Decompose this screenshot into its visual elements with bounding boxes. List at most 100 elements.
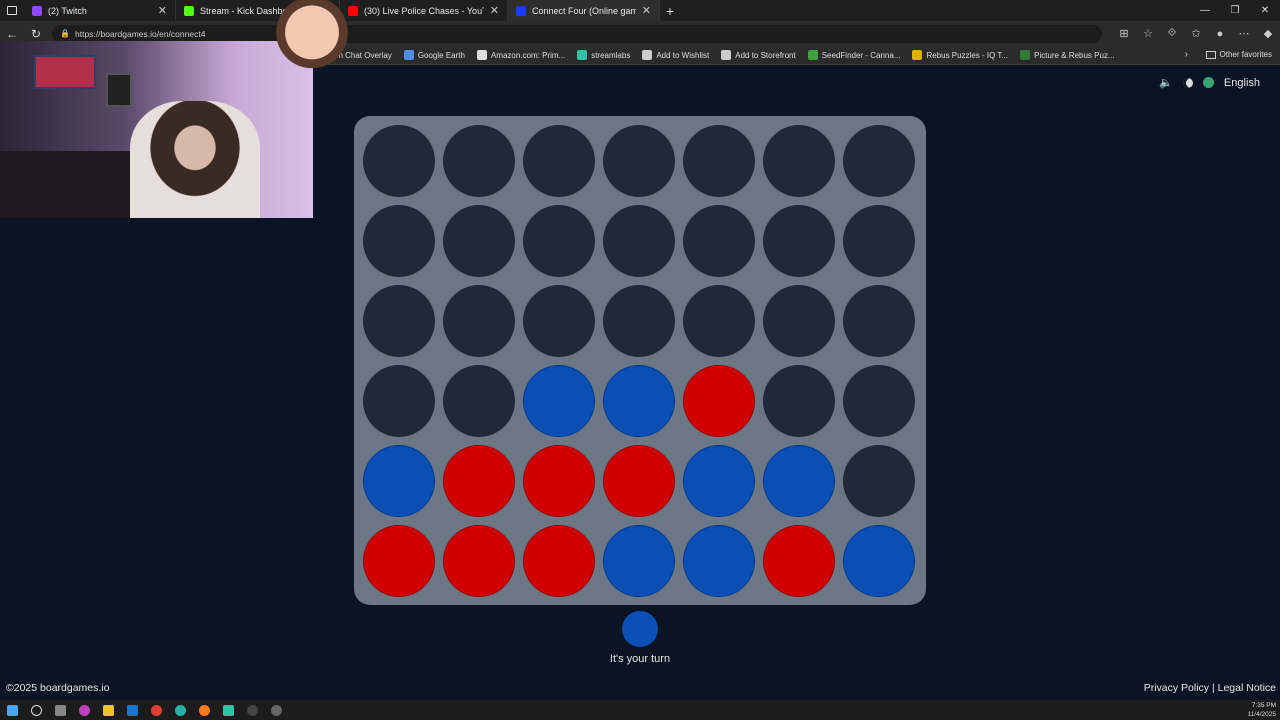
board-slot-empty[interactable] <box>843 125 915 197</box>
board-slot-empty[interactable] <box>603 125 675 197</box>
board-slot-empty[interactable] <box>843 285 915 357</box>
globe-icon[interactable] <box>1202 77 1214 88</box>
board-slot-empty[interactable] <box>763 365 835 437</box>
board-slot-empty[interactable] <box>363 365 435 437</box>
board-slot-empty[interactable] <box>443 125 515 197</box>
board-slot-empty[interactable] <box>363 285 435 357</box>
copilot-icon[interactable]: ◆ <box>1256 27 1280 40</box>
profile-avatar-icon[interactable]: ● <box>1208 28 1232 40</box>
red-disc[interactable] <box>523 445 595 517</box>
bookmark-icon <box>1020 50 1031 60</box>
firefox-icon[interactable] <box>192 700 216 720</box>
favorite-star-icon[interactable]: ☆ <box>1136 27 1160 40</box>
blue-disc[interactable] <box>523 365 595 437</box>
blue-disc[interactable] <box>683 525 755 597</box>
red-disc[interactable] <box>443 525 515 597</box>
tab-title: Connect Four (Online game <box>532 5 636 16</box>
other-favorites[interactable]: Other favorites <box>1205 50 1272 59</box>
board-slot-empty[interactable] <box>443 365 515 437</box>
board-slot-empty[interactable] <box>763 125 835 197</box>
board-slot-empty[interactable] <box>523 125 595 197</box>
bookmark-item[interactable]: Amazon.com: Prim... <box>476 50 565 60</box>
bookmark-item[interactable]: SeedFinder - Canna... <box>807 50 900 60</box>
file-explorer-icon[interactable] <box>96 700 120 720</box>
current-player-disc <box>622 611 658 647</box>
app-available-icon[interactable]: ⊞ <box>1112 27 1136 40</box>
tab-actions-icon[interactable] <box>0 0 24 21</box>
close-icon[interactable]: ✕ <box>158 4 167 17</box>
more-menu-icon[interactable]: ⋯ <box>1232 27 1256 40</box>
board-slot-empty[interactable] <box>763 205 835 277</box>
search-icon[interactable] <box>24 700 48 720</box>
board-slot-empty[interactable] <box>843 365 915 437</box>
copilot-taskbar-icon[interactable] <box>72 700 96 720</box>
outlook-icon[interactable] <box>120 700 144 720</box>
bookmark-item[interactable]: Add to Storefront <box>721 50 796 60</box>
board-slot-empty[interactable] <box>363 205 435 277</box>
bookmark-item[interactable]: Add to Wishlist <box>642 50 709 60</box>
board-slot-empty[interactable] <box>443 205 515 277</box>
favorites-icon[interactable]: ✩ <box>1184 27 1208 40</box>
red-disc[interactable] <box>443 445 515 517</box>
extensions-icon[interactable]: ⟐ <box>1160 27 1184 40</box>
app-icon[interactable] <box>264 700 288 720</box>
address-bar[interactable]: 🔒 https://boardgames.io/en/connect4 <box>52 24 1102 43</box>
close-icon[interactable]: ✕ <box>642 4 651 17</box>
board-slot-empty[interactable] <box>363 125 435 197</box>
refresh-icon[interactable]: ↻ <box>24 27 48 41</box>
blue-disc[interactable] <box>603 365 675 437</box>
back-icon[interactable]: ← <box>0 27 24 41</box>
board-slot-empty[interactable] <box>683 125 755 197</box>
obs-icon[interactable] <box>240 700 264 720</box>
privacy-policy-link[interactable]: Privacy Policy <box>1144 682 1209 694</box>
chrome-icon[interactable] <box>144 700 168 720</box>
blue-disc[interactable] <box>363 445 435 517</box>
blue-disc[interactable] <box>683 445 755 517</box>
board-slot-empty[interactable] <box>843 205 915 277</box>
task-view-icon[interactable] <box>48 700 72 720</box>
legal-notice-link[interactable]: Legal Notice <box>1218 682 1276 694</box>
edge-icon[interactable] <box>168 700 192 720</box>
bookmark-item[interactable]: Rebus Puzzles - IQ T... <box>912 50 1008 60</box>
tab-youtube[interactable]: (30) Live Police Chases - YouTube ✕ <box>340 0 508 21</box>
board-slot-empty[interactable] <box>683 205 755 277</box>
clock[interactable]: 7:35 PM 11/4/2025 <box>1248 701 1276 719</box>
dark-mode-icon[interactable] <box>1182 77 1193 88</box>
streamlabs-icon[interactable] <box>216 700 240 720</box>
red-disc[interactable] <box>763 525 835 597</box>
bookmark-item[interactable]: Google Earth <box>403 50 465 60</box>
board-slot-empty[interactable] <box>523 205 595 277</box>
site-info-icon[interactable]: 🔒 <box>60 29 70 38</box>
blue-disc[interactable] <box>843 525 915 597</box>
tab-connect-four[interactable]: Connect Four (Online game ✕ <box>508 0 660 21</box>
red-disc[interactable] <box>363 525 435 597</box>
board-slot-empty[interactable] <box>843 445 915 517</box>
close-window-icon[interactable]: ✕ <box>1250 0 1280 21</box>
blue-disc[interactable] <box>603 525 675 597</box>
bookmark-item[interactable]: Picture & Rebus Puz... <box>1020 50 1115 60</box>
language-selector[interactable]: English <box>1224 77 1260 89</box>
restore-icon[interactable]: ❐ <box>1220 0 1250 21</box>
red-disc[interactable] <box>523 525 595 597</box>
new-tab-button[interactable]: + <box>660 3 680 19</box>
close-icon[interactable]: ✕ <box>490 4 499 17</box>
board-slot-empty[interactable] <box>603 285 675 357</box>
clock-time: 7:35 PM <box>1251 702 1276 709</box>
board-slot-empty[interactable] <box>683 285 755 357</box>
red-disc[interactable] <box>683 365 755 437</box>
chevron-right-icon[interactable]: › <box>1185 49 1188 60</box>
red-disc[interactable] <box>603 445 675 517</box>
blue-disc[interactable] <box>763 445 835 517</box>
bookmark-item[interactable]: streamlabs <box>577 50 630 60</box>
board-slot-empty[interactable] <box>603 205 675 277</box>
bookmark-icon <box>577 50 588 60</box>
minimize-icon[interactable]: — <box>1190 0 1220 21</box>
turn-status: It's your turn <box>609 653 671 665</box>
board-slot-empty[interactable] <box>523 285 595 357</box>
board-slot-empty[interactable] <box>763 285 835 357</box>
board-slot-empty[interactable] <box>443 285 515 357</box>
tab-twitch[interactable]: (2) Twitch ✕ <box>24 0 176 21</box>
volume-icon[interactable]: 🔈 <box>1159 76 1173 89</box>
windows-start-icon[interactable] <box>0 700 24 720</box>
connect-four-board[interactable] <box>354 116 926 605</box>
